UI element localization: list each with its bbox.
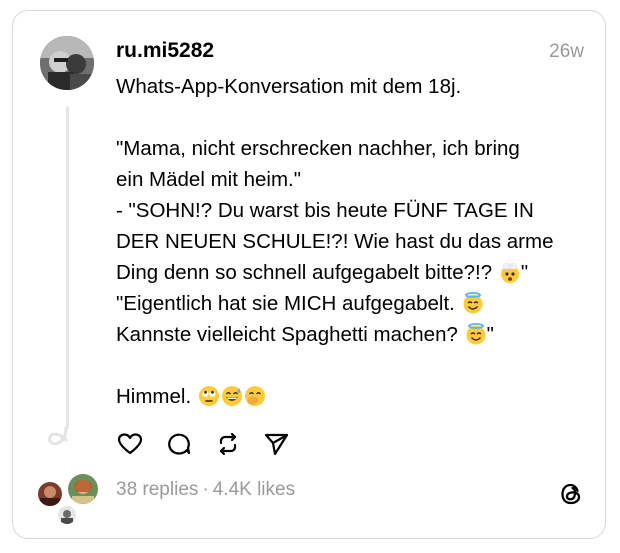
grinning-face-with-sweat-emoji <box>221 385 243 407</box>
reply-avatar <box>36 480 64 508</box>
username[interactable]: ru.mi5282 <box>116 38 214 64</box>
thread-curl-icon <box>48 426 68 446</box>
smiling-face-with-halo-emoji <box>465 323 487 345</box>
comment-icon[interactable] <box>165 430 193 458</box>
post-line-blank <box>116 102 586 133</box>
send-icon[interactable] <box>262 430 290 458</box>
face-with-rolling-eyes-emoji <box>198 385 220 407</box>
post-stats: 38 replies · 4.4K likes <box>116 478 295 502</box>
avatar[interactable] <box>40 36 94 90</box>
likes-count[interactable]: 4.4K likes <box>213 479 295 500</box>
quote-mark: " <box>520 261 529 284</box>
stats-separator: · <box>202 479 209 500</box>
exploding-head-emoji <box>499 261 521 283</box>
post-line-blank <box>116 350 586 381</box>
timestamp: 26w <box>549 41 584 62</box>
post-line: ein Mädel mit heim." <box>116 168 302 191</box>
heart-icon[interactable] <box>116 430 144 458</box>
thread-line <box>66 106 69 429</box>
post-line: - "SOHN!? Du warst bis heute FÜNF TAGE I… <box>116 199 534 222</box>
reply-avatar <box>66 472 100 506</box>
reply-avatar <box>56 504 78 526</box>
post-line: DER NEUEN SCHULE!?! Wie hast du das arme <box>116 230 554 253</box>
face-with-hand-over-mouth-emoji <box>244 385 266 407</box>
post-line: Whats-App-Konversation mit dem 18j. <box>116 75 462 98</box>
post-line-text: Himmel. <box>116 385 192 408</box>
post-line: Himmel. <box>116 381 586 412</box>
threads-logo-icon[interactable] <box>558 480 584 508</box>
post-line-text: Ding denn so schnell aufgegabelt bitte?!… <box>116 261 493 284</box>
post-line-text: Kannste vielleicht Spaghetti machen? <box>116 323 458 346</box>
post-line: Kannste vielleicht Spaghetti machen? " <box>116 319 586 350</box>
post-line: Ding denn so schnell aufgegabelt bitte?!… <box>116 257 586 288</box>
replies-count[interactable]: 38 replies <box>116 479 198 500</box>
post-line: "Mama, nicht erschrecken nachher, ich br… <box>116 137 520 160</box>
post-line: "Eigentlich hat sie MICH aufgegabelt. <box>116 288 586 319</box>
quote-mark: " <box>486 323 494 346</box>
post-text: Whats-App-Konversation mit dem 18j. "Mam… <box>116 71 586 412</box>
reply-avatars[interactable] <box>36 472 106 526</box>
smiling-face-with-halo-emoji <box>462 292 484 314</box>
post-line-text: "Eigentlich hat sie MICH aufgegabelt. <box>116 292 455 315</box>
repost-icon[interactable] <box>214 430 242 458</box>
